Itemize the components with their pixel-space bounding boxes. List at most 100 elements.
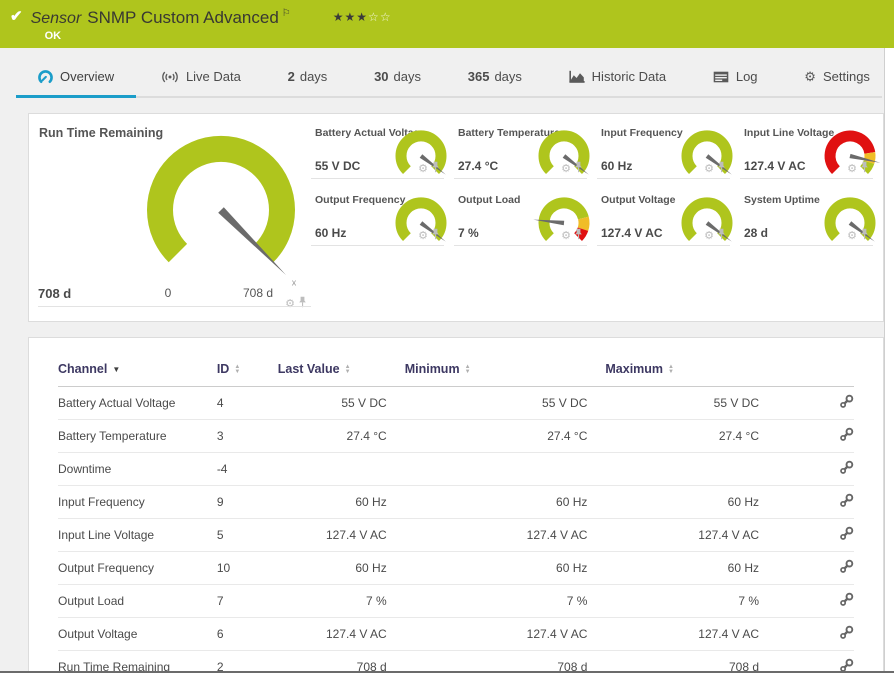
gear-icon[interactable]: ⚙ <box>561 163 571 175</box>
cell-divider <box>454 178 587 179</box>
tab-30-days[interactable]: 30 days <box>366 48 429 105</box>
channel-minimum: 55 V DC <box>404 386 606 420</box>
pin-icon[interactable] <box>431 227 440 245</box>
gear-icon[interactable]: ⚙ <box>561 230 571 242</box>
channel-name[interactable]: Output Frequency <box>58 551 217 585</box>
gauge-cell-system-uptime[interactable]: System Uptime 28 d ⚙ <box>740 188 883 255</box>
channel-actions-cell <box>777 452 854 486</box>
star-empty-icon[interactable]: ☆ <box>380 10 392 24</box>
priority-stars[interactable]: ★★★☆☆ <box>333 10 392 24</box>
column-label: Maximum <box>605 362 664 376</box>
channel-last-value: 55 V DC <box>277 386 405 420</box>
channel-last-value: 127.4 V AC <box>277 518 405 552</box>
pin-icon[interactable] <box>431 160 440 178</box>
channel-settings-wrench-icon[interactable] <box>839 460 854 475</box>
column-header-channel[interactable]: Channel ▼ <box>58 354 217 387</box>
channel-settings-wrench-icon[interactable] <box>839 427 854 442</box>
gauge-value: 28 d <box>744 226 769 240</box>
tab-number: 365 <box>467 69 490 84</box>
tab-bar: Overview Live Data 2 days 30 days 365 da… <box>0 48 894 105</box>
sensor-title-block: Sensor SNMP Custom Advanced ⚐ ★★★☆☆ OK <box>31 8 392 42</box>
gear-icon[interactable]: ⚙ <box>418 163 428 175</box>
channel-settings-wrench-icon[interactable] <box>839 493 854 508</box>
channel-name[interactable]: Downtime <box>58 452 217 486</box>
channel-settings-wrench-icon[interactable] <box>839 394 854 409</box>
channel-settings-wrench-icon[interactable] <box>839 526 854 541</box>
column-header-minimum[interactable]: Minimum ▲ ▼ <box>404 354 606 387</box>
log-icon <box>713 71 729 83</box>
tab-label: Log <box>735 69 758 84</box>
gear-icon[interactable]: ⚙ <box>285 298 295 310</box>
cell-divider <box>740 245 873 246</box>
gauge-cell-input-frequency[interactable]: Input Frequency 60 Hz ⚙ <box>597 121 740 188</box>
cell-divider <box>597 245 730 246</box>
pin-icon[interactable] <box>860 160 869 178</box>
channel-actions-cell <box>777 518 854 552</box>
star-filled-icon[interactable]: ★ <box>356 10 368 24</box>
sensor-header: ✔ Sensor SNMP Custom Advanced ⚐ ★★★☆☆ OK <box>0 0 894 48</box>
gauge-cell-output-frequency[interactable]: Output Frequency 60 Hz ⚙ <box>311 188 454 255</box>
star-filled-icon[interactable]: ★ <box>345 10 357 24</box>
channel-minimum: 7 % <box>404 584 606 618</box>
channel-name[interactable]: Battery Actual Voltage <box>58 386 217 420</box>
gauge-cell-actions: ⚙ <box>418 160 440 178</box>
main-gauge-run-time-remaining[interactable]: Run Time Remaining x 0 708 d 708 d ⚙ <box>29 114 311 321</box>
gear-icon[interactable]: ⚙ <box>704 230 714 242</box>
tab-settings[interactable]: ⚙ Settings <box>796 48 878 105</box>
star-empty-icon[interactable]: ☆ <box>368 10 380 24</box>
channel-row-battery-temperature: Battery Temperature 3 27.4 °C 27.4 °C 27.4 °… <box>58 419 854 453</box>
gauge-value: 7 % <box>458 226 479 240</box>
tab-overview[interactable]: Overview <box>15 48 137 105</box>
pin-icon[interactable] <box>717 227 726 245</box>
pin-icon[interactable] <box>860 227 869 245</box>
pin-icon[interactable] <box>717 160 726 178</box>
tab-historic-data[interactable]: Historic Data <box>561 48 674 105</box>
gauge-cell-battery-actual-voltage[interactable]: Battery Actual Voltage 55 V DC ⚙ <box>311 121 454 188</box>
gauge-cell-actions: ⚙ <box>847 227 869 245</box>
pin-icon[interactable] <box>574 227 583 245</box>
flag-icon[interactable]: ⚐ <box>282 8 291 19</box>
status-ok-check-icon: ✔ <box>10 8 23 25</box>
gear-icon[interactable]: ⚙ <box>847 163 857 175</box>
gear-icon[interactable]: ⚙ <box>418 230 428 242</box>
tab-365-days[interactable]: 365 days <box>460 48 530 105</box>
column-header-last-value[interactable]: Last Value ▲ ▼ <box>277 354 405 387</box>
gauge-cell-input-line-voltage[interactable]: Input Line Voltage 127.4 V AC ⚙ <box>740 121 883 188</box>
channel-id: 7 <box>216 584 278 618</box>
gauge-cell-output-voltage[interactable]: Output Voltage 127.4 V AC ⚙ <box>597 188 740 255</box>
channel-id: 3 <box>216 419 278 453</box>
column-header-maximum[interactable]: Maximum ▲ ▼ <box>605 354 777 387</box>
right-scroll-gutter[interactable] <box>884 48 894 673</box>
pin-icon[interactable] <box>298 295 307 313</box>
channel-maximum: 60 Hz <box>605 485 777 519</box>
sort-icon: ▲ ▼ <box>234 363 241 375</box>
channel-settings-wrench-icon[interactable] <box>839 559 854 574</box>
pin-icon[interactable] <box>574 160 583 178</box>
gear-icon[interactable]: ⚙ <box>847 230 857 242</box>
channel-name[interactable]: Input Line Voltage <box>58 518 217 552</box>
channel-settings-wrench-icon[interactable] <box>839 625 854 640</box>
star-filled-icon[interactable]: ★ <box>333 10 345 24</box>
gauge-value: 127.4 V AC <box>744 159 806 173</box>
channel-settings-wrench-icon[interactable] <box>839 592 854 607</box>
sensor-status-badge: OK <box>44 30 62 42</box>
gauge-cell-actions: ⚙ <box>561 160 583 178</box>
tab-log[interactable]: Log <box>705 48 766 105</box>
gauge-cell-battery-temperature[interactable]: Battery Temperature 27.4 °C ⚙ <box>454 121 597 188</box>
channel-name[interactable]: Run Time Remaining <box>58 650 217 672</box>
channel-maximum: 55 V DC <box>605 386 777 420</box>
channel-name[interactable]: Output Load <box>58 584 217 618</box>
tab-2-days[interactable]: 2 days <box>280 48 336 105</box>
channel-name[interactable]: Battery Temperature <box>58 419 217 453</box>
column-header-id[interactable]: ID ▲ ▼ <box>216 354 278 387</box>
gauge-cell-output-load[interactable]: Output Load 7 % ⚙ <box>454 188 597 255</box>
small-gauges-grid: Battery Actual Voltage 55 V DC ⚙ Battery… <box>311 114 883 321</box>
channel-name[interactable]: Output Voltage <box>58 617 217 651</box>
gauge-value: 60 Hz <box>315 226 347 240</box>
tab-label: days <box>494 69 522 84</box>
tab-live-data[interactable]: Live Data <box>153 48 249 105</box>
channel-last-value <box>277 452 405 486</box>
gear-icon[interactable]: ⚙ <box>704 163 714 175</box>
channel-name[interactable]: Input Frequency <box>58 485 217 519</box>
channel-last-value: 7 % <box>277 584 405 618</box>
